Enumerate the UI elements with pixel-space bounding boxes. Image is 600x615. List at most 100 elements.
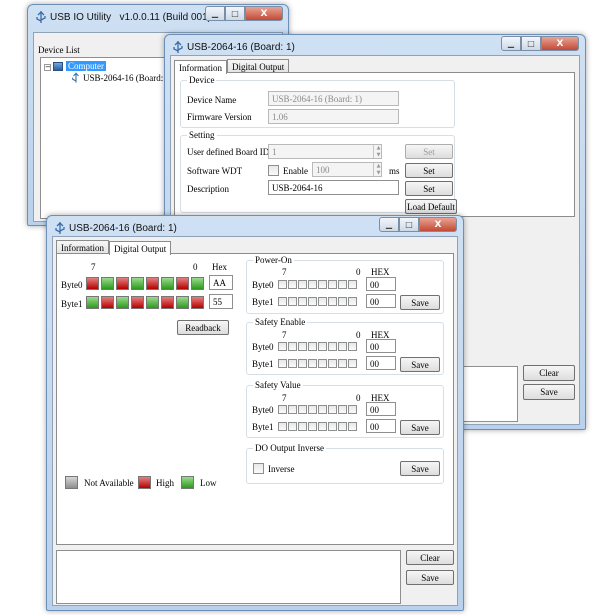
do-inverse-save-button[interactable]: Save — [400, 461, 440, 476]
led-bit-6[interactable] — [101, 277, 114, 290]
readback-button[interactable]: Readback — [177, 320, 229, 335]
led-bit-2[interactable] — [161, 296, 174, 309]
bit-checkbox-5[interactable] — [298, 422, 307, 431]
bit-checkbox-3[interactable] — [318, 342, 327, 351]
bit-checkbox-4[interactable] — [308, 280, 317, 289]
led-bit-5[interactable] — [116, 277, 129, 290]
description-field[interactable]: USB-2064-16 — [268, 180, 399, 195]
tree-collapse-icon[interactable]: − — [44, 64, 51, 71]
tab-information[interactable]: Information — [56, 240, 109, 254]
bit-checkbox-0[interactable] — [348, 422, 357, 431]
bit-checkbox-1[interactable] — [338, 342, 347, 351]
power-on-byte1-hex[interactable]: 00 — [366, 294, 396, 308]
bit-checkbox-2[interactable] — [328, 405, 337, 414]
bit-checkbox-0[interactable] — [348, 342, 357, 351]
led-bit-7[interactable] — [86, 277, 99, 290]
bit-checkbox-3[interactable] — [318, 422, 327, 431]
safety-enable-byte1-hex[interactable]: 00 — [366, 356, 396, 370]
led-bit-7[interactable] — [86, 296, 99, 309]
led-bit-0[interactable] — [191, 277, 204, 290]
bit-checkbox-1[interactable] — [338, 422, 347, 431]
bit-checkbox-2[interactable] — [328, 297, 337, 306]
bit-checkbox-0[interactable] — [348, 359, 357, 368]
led-bit-5[interactable] — [116, 296, 129, 309]
do-clear-button[interactable]: Clear — [406, 550, 454, 565]
bit-checkbox-2[interactable] — [328, 280, 337, 289]
bit-checkbox-7[interactable] — [278, 342, 287, 351]
byte1-hex-field[interactable]: 55 — [209, 294, 233, 309]
bit-checkbox-7[interactable] — [278, 280, 287, 289]
minimize-button[interactable]: ▁ — [205, 6, 225, 21]
load-default-button[interactable]: Load Default — [405, 199, 457, 214]
bit-checkbox-3[interactable] — [318, 297, 327, 306]
info-clear-button[interactable]: Clear — [523, 365, 575, 381]
bit-checkbox-7[interactable] — [278, 297, 287, 306]
led-bit-6[interactable] — [101, 296, 114, 309]
bit-checkbox-7[interactable] — [278, 422, 287, 431]
bit-checkbox-7[interactable] — [278, 359, 287, 368]
wdt-enable-checkbox[interactable] — [268, 165, 279, 176]
bit-checkbox-4[interactable] — [308, 297, 317, 306]
bit-checkbox-0[interactable] — [348, 297, 357, 306]
do-save-button[interactable]: Save — [406, 570, 454, 585]
do-log-box[interactable] — [56, 550, 401, 604]
info-save-button[interactable]: Save — [523, 384, 575, 400]
led-bit-3[interactable] — [146, 296, 159, 309]
led-bit-0[interactable] — [191, 296, 204, 309]
bit-checkbox-1[interactable] — [338, 359, 347, 368]
set-wdt-button[interactable]: Set — [405, 163, 453, 178]
led-bit-2[interactable] — [161, 277, 174, 290]
bit-checkbox-5[interactable] — [298, 405, 307, 414]
safety-enable-byte0-hex[interactable]: 00 — [366, 339, 396, 353]
bit-checkbox-1[interactable] — [338, 405, 347, 414]
main-titlebar[interactable]: USB IO Utility v1.0.0.11 (Build 001) ▁ □ X — [28, 5, 288, 31]
bit-checkbox-1[interactable] — [338, 297, 347, 306]
bit-checkbox-6[interactable] — [288, 405, 297, 414]
led-bit-1[interactable] — [176, 296, 189, 309]
bit-checkbox-0[interactable] — [348, 280, 357, 289]
set-board-id-button[interactable]: Set — [405, 144, 453, 159]
safety-value-byte1-hex[interactable]: 00 — [366, 419, 396, 433]
bit-checkbox-6[interactable] — [288, 342, 297, 351]
tree-item-device[interactable]: USB-2064-16 (Board: 1) — [83, 73, 173, 83]
info-log-box[interactable] — [461, 366, 518, 422]
bit-checkbox-3[interactable] — [318, 359, 327, 368]
set-description-button[interactable]: Set — [405, 181, 453, 196]
bit-checkbox-6[interactable] — [288, 422, 297, 431]
bit-checkbox-4[interactable] — [308, 422, 317, 431]
safety-value-byte0-hex[interactable]: 00 — [366, 402, 396, 416]
bit-checkbox-6[interactable] — [288, 297, 297, 306]
bit-checkbox-4[interactable] — [308, 359, 317, 368]
bit-checkbox-4[interactable] — [308, 405, 317, 414]
byte0-hex-field[interactable]: AA — [209, 275, 233, 290]
bit-checkbox-7[interactable] — [278, 405, 287, 414]
bit-checkbox-5[interactable] — [298, 280, 307, 289]
led-bit-1[interactable] — [176, 277, 189, 290]
close-button[interactable]: X — [541, 36, 579, 51]
bit-checkbox-2[interactable] — [328, 359, 337, 368]
bit-checkbox-5[interactable] — [298, 297, 307, 306]
bit-checkbox-6[interactable] — [288, 359, 297, 368]
bit-checkbox-5[interactable] — [298, 342, 307, 351]
bit-checkbox-5[interactable] — [298, 359, 307, 368]
power-on-save-button[interactable]: Save — [400, 295, 440, 310]
bit-checkbox-0[interactable] — [348, 405, 357, 414]
bit-checkbox-2[interactable] — [328, 342, 337, 351]
tree-root-computer[interactable]: Computer — [66, 61, 106, 71]
power-on-byte0-hex[interactable]: 00 — [366, 277, 396, 291]
safety-enable-save-button[interactable]: Save — [400, 357, 440, 372]
minimize-button[interactable]: ▁ — [501, 36, 521, 51]
inverse-checkbox[interactable] — [253, 463, 264, 474]
maximize-button[interactable]: □ — [225, 6, 245, 21]
bit-checkbox-6[interactable] — [288, 280, 297, 289]
bit-checkbox-2[interactable] — [328, 422, 337, 431]
led-bit-3[interactable] — [146, 277, 159, 290]
bit-checkbox-3[interactable] — [318, 405, 327, 414]
bit-checkbox-3[interactable] — [318, 280, 327, 289]
maximize-button[interactable]: □ — [521, 36, 541, 51]
maximize-button[interactable]: □ — [399, 217, 419, 232]
led-bit-4[interactable] — [131, 296, 144, 309]
bit-checkbox-4[interactable] — [308, 342, 317, 351]
bit-checkbox-1[interactable] — [338, 280, 347, 289]
tab-digital-output[interactable]: Digital Output — [227, 59, 290, 73]
